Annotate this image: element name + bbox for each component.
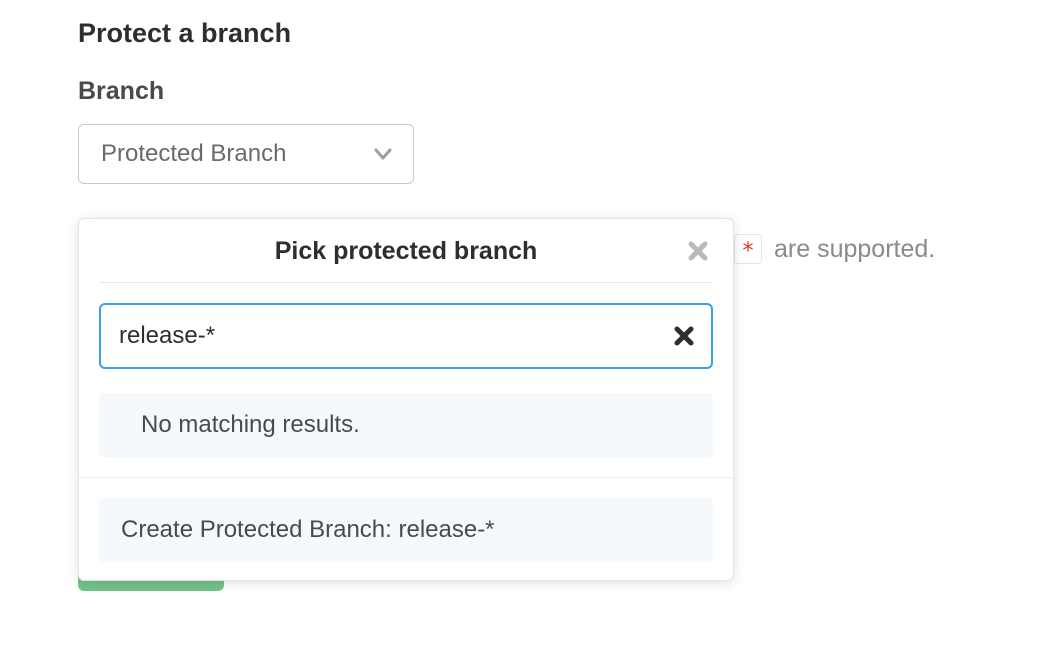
create-protected-branch-option[interactable]: Create Protected Branch: release-* (99, 498, 713, 562)
wildcard-asterisk-badge: * (734, 234, 762, 264)
no-matching-results: No matching results. (99, 393, 713, 457)
chevron-down-icon (373, 144, 393, 164)
divider (99, 282, 713, 283)
branch-field-label: Branch (78, 77, 445, 106)
close-icon[interactable] (687, 240, 709, 262)
divider (79, 477, 733, 478)
wildcard-supported-text: are supported. (774, 235, 935, 264)
branch-search-input[interactable] (99, 303, 713, 369)
dropdown-panel-title: Pick protected branch (99, 237, 713, 266)
branch-dropdown-toggle[interactable]: Protected Branch (78, 124, 414, 184)
section-title: Protect a branch (78, 18, 445, 49)
clear-input-icon[interactable] (673, 325, 695, 347)
dropdown-toggle-label: Protected Branch (101, 140, 286, 168)
branch-dropdown-panel: Pick protected branch No matching result… (78, 218, 734, 581)
